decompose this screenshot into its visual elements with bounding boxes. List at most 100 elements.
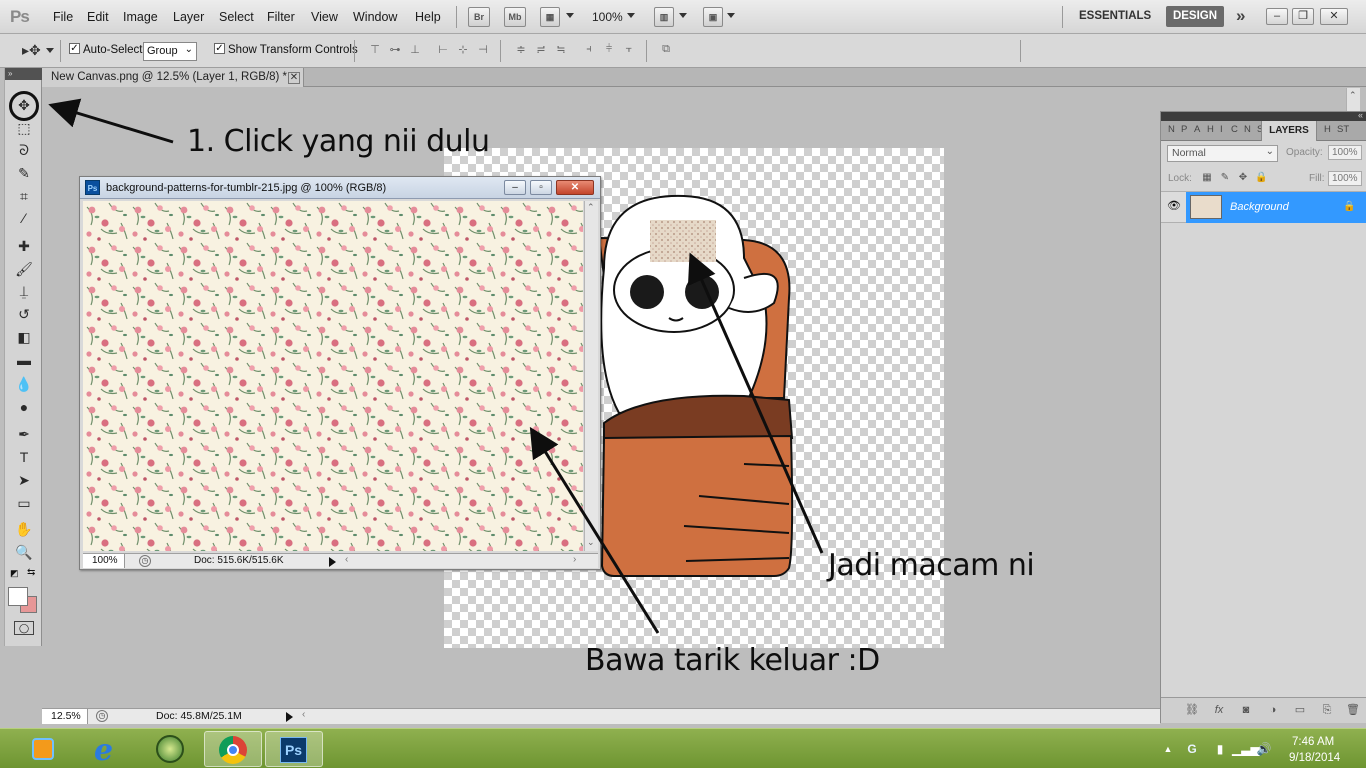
zoom-level[interactable]: 100% (592, 10, 623, 24)
close-icon[interactable]: ✕ (556, 180, 594, 195)
distribute-right-icon[interactable]: ⫟ (621, 43, 637, 57)
chevron-down-icon[interactable] (566, 13, 574, 18)
clock-date[interactable]: 9/18/2014 (1289, 752, 1340, 764)
distribute-vcenter-icon[interactable]: ≓ (533, 43, 549, 57)
blend-mode-dropdown[interactable]: Normal ⌄ (1167, 145, 1278, 162)
menu-select[interactable]: Select (219, 10, 254, 24)
default-colors-icon[interactable]: ◩ (10, 568, 19, 579)
auto-select-dropdown[interactable]: Group ⌄ (143, 42, 197, 61)
panel-grip[interactable]: « (1161, 110, 1366, 121)
close-icon[interactable]: ✕ (288, 72, 300, 84)
eye-icon[interactable]: 👁 (1167, 201, 1181, 212)
path-selection-tool-icon[interactable]: ➤ (14, 471, 34, 489)
gradient-tool-icon[interactable]: ▬ (14, 351, 34, 369)
rectangle-tool-icon[interactable]: ▭ (14, 494, 34, 512)
auto-align-icon[interactable]: ⧉ (658, 43, 674, 57)
taskbar-photoshop[interactable]: Ps (265, 731, 323, 767)
status-menu-icon[interactable]: ◷ (139, 555, 151, 567)
foreground-color-swatch[interactable] (8, 587, 28, 606)
arrange-documents-icon[interactable]: ▥ (654, 7, 674, 27)
add-mask-icon[interactable]: ◙ (1239, 703, 1253, 717)
menu-layer[interactable]: Layer (173, 10, 204, 24)
new-layer-icon[interactable]: ⎘ (1320, 703, 1334, 717)
panel-tab[interactable]: C (1231, 124, 1238, 135)
panel-tab[interactable]: A (1194, 124, 1200, 135)
layer-row[interactable]: 👁 Background 🔒 (1161, 191, 1366, 223)
opacity-field[interactable]: 100% (1328, 145, 1362, 160)
document-tab[interactable]: New Canvas.png @ 12.5% (Layer 1, RGB/8) … (42, 68, 304, 87)
panel-tab[interactable]: H (1324, 124, 1331, 135)
quick-selection-tool-icon[interactable]: ✎ (14, 164, 34, 182)
battery-icon[interactable]: ▮ (1212, 741, 1228, 757)
dodge-tool-icon[interactable]: ● (14, 398, 34, 416)
screen-mode-icon[interactable]: ▣ (703, 7, 723, 27)
lasso-tool-icon[interactable]: ᘐ (14, 141, 34, 159)
floating-window-zoom[interactable]: 100% (83, 554, 125, 568)
lock-all-icon[interactable]: 🔒 (1255, 172, 1267, 184)
hand-tool-icon[interactable]: ✋ (14, 520, 34, 538)
minimize-icon[interactable]: – (504, 180, 526, 195)
brush-tool-icon[interactable]: 🖌 (14, 260, 34, 278)
status-zoom[interactable]: 12.5% (42, 709, 88, 724)
clock-time[interactable]: 7:46 AM (1292, 736, 1334, 748)
volume-icon[interactable]: 🔊 (1256, 741, 1272, 757)
distribute-left-icon[interactable]: ⫞ (581, 43, 597, 57)
menu-edit[interactable]: Edit (87, 10, 109, 24)
auto-select-checkbox[interactable]: ✓ (69, 43, 80, 54)
menu-file[interactable]: File (53, 10, 73, 24)
floating-window-titlebar[interactable]: Ps background-patterns-for-tumblr-215.jp… (80, 177, 600, 199)
view-extras-icon[interactable]: ▦ (540, 7, 560, 27)
taskbar-chrome[interactable] (204, 731, 262, 767)
panel-tab[interactable]: ST (1337, 124, 1349, 135)
marquee-tool-icon[interactable]: ⬚ (14, 119, 34, 137)
menu-help[interactable]: Help (415, 10, 441, 24)
scroll-up-icon[interactable]: ⌃ (1349, 90, 1357, 101)
lock-transparent-icon[interactable]: ▦ (1201, 172, 1213, 184)
blur-tool-icon[interactable]: 💧 (14, 375, 34, 393)
status-arrow-icon[interactable] (329, 557, 336, 567)
pen-tool-icon[interactable]: ✒ (14, 425, 34, 443)
align-left-icon[interactable]: ⊢ (435, 43, 451, 57)
link-layers-icon[interactable]: ⛓ (1185, 703, 1199, 717)
maximize-icon[interactable]: ▫ (530, 180, 552, 195)
menu-view[interactable]: View (311, 10, 338, 24)
align-vcenter-icon[interactable]: ⊶ (387, 43, 403, 57)
scroll-down-icon[interactable]: ⌄ (587, 537, 595, 548)
panel-tab[interactable]: P (1181, 124, 1187, 135)
new-group-icon[interactable]: ▭ (1293, 703, 1307, 717)
fill-field[interactable]: 100% (1328, 171, 1362, 186)
swap-colors-icon[interactable]: ⇆ (27, 567, 35, 578)
align-bottom-icon[interactable]: ⊥ (407, 43, 423, 57)
eyedropper-tool-icon[interactable]: ⁄ (14, 209, 34, 227)
toolbox-collapse-grip[interactable]: » (5, 68, 42, 80)
restore-icon[interactable]: ❐ (1292, 8, 1314, 25)
chevron-down-icon[interactable] (679, 13, 687, 18)
taskbar-game[interactable] (142, 731, 200, 767)
floral-pattern-image[interactable] (83, 201, 583, 551)
workspace-design[interactable]: DESIGN (1166, 6, 1224, 27)
taskbar-media-player[interactable] (14, 731, 72, 767)
fx-icon[interactable]: fx (1212, 703, 1226, 717)
network-icon[interactable]: ▁▃▅ (1232, 741, 1260, 757)
distribute-hcenter-icon[interactable]: ⫩ (601, 43, 617, 57)
scroll-left-icon[interactable]: ‹ (345, 554, 348, 565)
clone-stamp-tool-icon[interactable]: ⍊ (14, 282, 34, 300)
show-transform-checkbox[interactable]: ✓ (214, 43, 225, 54)
bridge-button[interactable]: Br (468, 7, 490, 27)
workspace-essentials[interactable]: ESSENTIALS (1079, 10, 1151, 22)
chevron-down-icon[interactable] (727, 13, 735, 18)
minimize-icon[interactable]: – (1266, 8, 1288, 25)
move-tool-preset-icon[interactable]: ▸✥ (22, 42, 41, 59)
quick-mask-icon[interactable]: ◯ (14, 621, 34, 635)
trash-icon[interactable]: 🗑 (1346, 703, 1360, 717)
chevron-down-icon[interactable] (627, 13, 635, 18)
tab-layers[interactable]: LAYERS (1261, 121, 1317, 141)
type-tool-icon[interactable]: T (14, 448, 34, 466)
mini-bridge-button[interactable]: Mb (504, 7, 526, 27)
menu-image[interactable]: Image (123, 10, 158, 24)
eraser-tool-icon[interactable]: ◧ (14, 328, 34, 346)
close-icon[interactable]: ✕ (1320, 8, 1348, 25)
chevron-down-icon[interactable] (46, 48, 54, 53)
collapse-panel-icon[interactable]: « (1358, 110, 1363, 120)
taskbar-internet-explorer[interactable]: e (80, 731, 138, 768)
